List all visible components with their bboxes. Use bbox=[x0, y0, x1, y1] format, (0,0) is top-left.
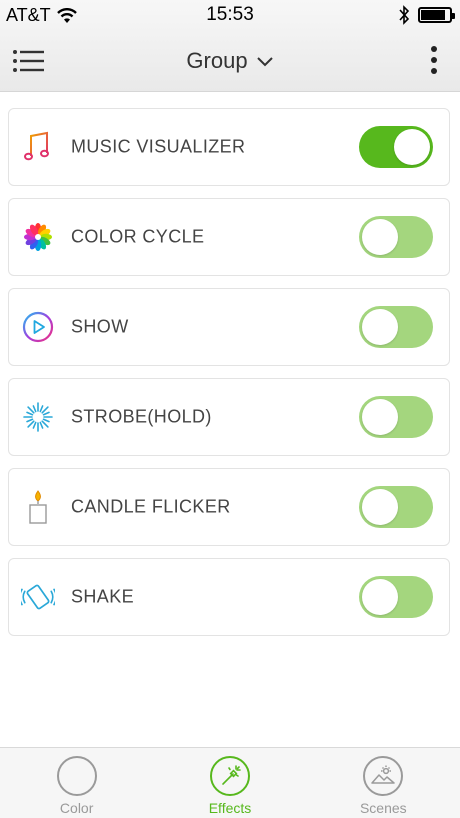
play-circle-icon bbox=[21, 309, 55, 345]
bluetooth-icon bbox=[399, 5, 410, 25]
status-bar: AT&T 15:53 bbox=[0, 0, 460, 30]
music-notes-icon bbox=[21, 129, 55, 165]
effects-list: MUSIC VISUALIZER COLOR CYCLE SHOW STROBE… bbox=[8, 108, 450, 648]
group-selector[interactable]: Group bbox=[186, 48, 273, 74]
nav-title-container: Group bbox=[0, 48, 460, 74]
effect-toggle[interactable] bbox=[359, 396, 433, 438]
effect-label: CANDLE FLICKER bbox=[71, 496, 231, 517]
tab-scenes[interactable]: Scenes bbox=[307, 748, 460, 818]
scenes-landscape-icon bbox=[363, 756, 404, 796]
tab-effects[interactable]: Effects bbox=[153, 748, 306, 818]
tab-label: Effects bbox=[208, 800, 252, 816]
effect-label: SHAKE bbox=[71, 586, 135, 607]
toggle-knob bbox=[362, 219, 398, 255]
more-dot-icon bbox=[431, 46, 437, 52]
toggle-knob bbox=[362, 579, 398, 615]
effect-row-strobe-hold[interactable]: STROBE(HOLD) bbox=[8, 378, 450, 456]
toggle-knob bbox=[362, 399, 398, 435]
page-title: Group bbox=[186, 48, 248, 73]
tab-label: Scenes bbox=[359, 800, 407, 816]
effect-row-show[interactable]: SHOW bbox=[8, 288, 450, 366]
effect-label: SHOW bbox=[71, 316, 129, 337]
more-dot-icon bbox=[431, 68, 437, 74]
effect-label: STROBE(HOLD) bbox=[71, 406, 212, 427]
effect-toggle[interactable] bbox=[359, 576, 433, 618]
effect-row-shake[interactable]: SHAKE bbox=[8, 558, 450, 636]
effect-label: COLOR CYCLE bbox=[71, 226, 205, 247]
tab-color[interactable]: Color bbox=[0, 748, 153, 818]
color-wheel-icon bbox=[21, 219, 55, 255]
status-right bbox=[398, 5, 455, 25]
toggle-knob bbox=[394, 129, 430, 165]
nav-bar: Group bbox=[0, 30, 460, 92]
status-time: 15:53 bbox=[206, 4, 254, 25]
effect-toggle[interactable] bbox=[359, 216, 433, 258]
effect-label: MUSIC VISUALIZER bbox=[71, 136, 246, 157]
effect-row-candle-flicker[interactable]: CANDLE FLICKER bbox=[8, 468, 450, 546]
more-dot-icon bbox=[431, 57, 437, 63]
strobe-burst-icon bbox=[21, 399, 55, 435]
toggle-knob bbox=[362, 309, 398, 345]
more-options-button[interactable] bbox=[424, 44, 444, 76]
header: AT&T 15:53 Group bbox=[0, 0, 460, 92]
effect-row-color-cycle[interactable]: COLOR CYCLE bbox=[8, 198, 450, 276]
effect-toggle[interactable] bbox=[359, 306, 433, 348]
magic-wand-icon bbox=[209, 756, 250, 796]
battery-icon bbox=[418, 7, 455, 23]
tab-bar: Color Effects Scenes bbox=[0, 747, 460, 818]
effect-row-music-visualizer[interactable]: MUSIC VISUALIZER bbox=[8, 108, 450, 186]
shake-phone-icon bbox=[21, 579, 55, 615]
effect-toggle[interactable] bbox=[359, 126, 433, 168]
toggle-knob bbox=[362, 489, 398, 525]
color-circle-icon bbox=[56, 756, 97, 796]
candle-icon bbox=[21, 489, 55, 525]
effect-toggle[interactable] bbox=[359, 486, 433, 528]
chevron-down-icon bbox=[256, 57, 273, 67]
tab-label: Color bbox=[59, 800, 94, 816]
